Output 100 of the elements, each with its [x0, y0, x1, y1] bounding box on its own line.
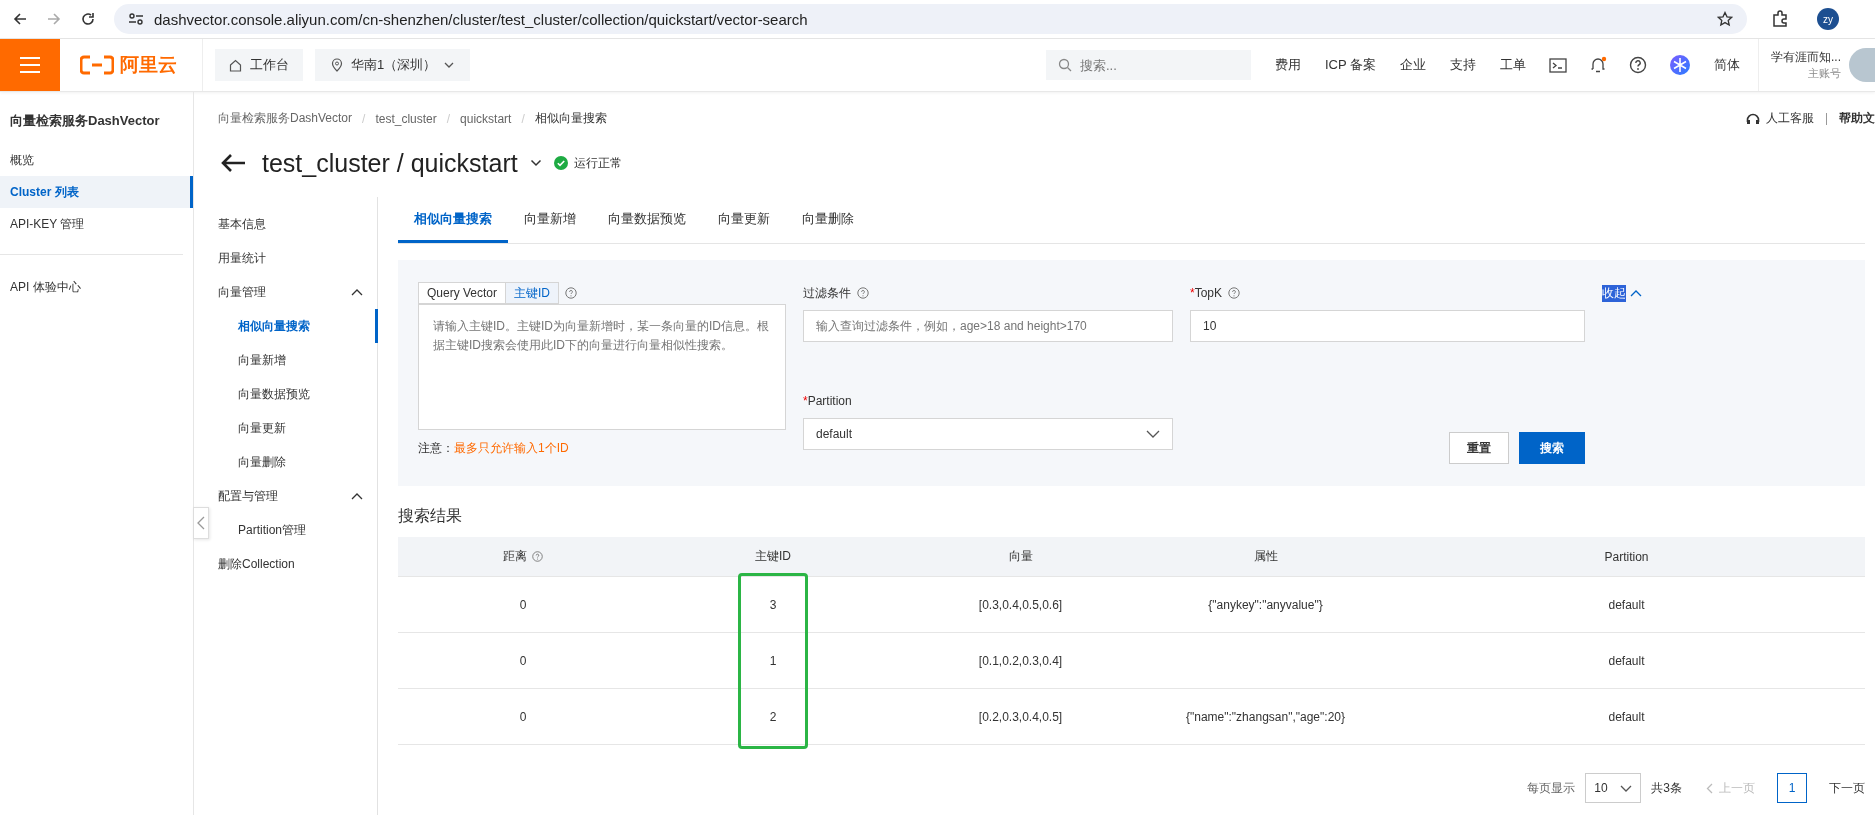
chevron-left-icon	[197, 516, 205, 530]
page-size-label: 每页显示	[1527, 779, 1576, 797]
mode-tab[interactable]: 主键ID	[506, 282, 560, 304]
headset-icon	[1746, 112, 1760, 125]
address-bar[interactable]: dashvector.console.aliyun.com/cn-shenzhen/cluster/test_cluster/collection/quickstart/vector-search	[114, 4, 1747, 34]
page-size-select[interactable]: 10	[1585, 773, 1642, 803]
filter-input-field[interactable]: 输入查询过滤条件，例如，age>18 and height>170	[803, 310, 1173, 342]
subnav-item[interactable]: 向量管理	[194, 275, 377, 309]
top-nav-link[interactable]: 工单	[1500, 56, 1526, 74]
subnav-item[interactable]: 向量更新	[214, 411, 377, 445]
workbench-button[interactable]: 工作台	[215, 49, 303, 81]
search-button[interactable]: 搜索	[1519, 432, 1585, 464]
search-field[interactable]: 搜索...	[1045, 50, 1251, 80]
page-title: test_cluster / quickstart	[262, 148, 518, 178]
subnav-item[interactable]: 相似向量搜索	[214, 309, 378, 343]
tab[interactable]: 向量新增	[508, 197, 592, 243]
help-icon[interactable]	[857, 287, 869, 299]
table-cell: 3	[769, 597, 777, 612]
location-pin-icon	[331, 58, 343, 72]
star-icon[interactable]	[1717, 11, 1733, 27]
table-cell: default	[1608, 709, 1645, 724]
help-icon[interactable]	[1629, 56, 1647, 74]
column-header: 主键ID	[648, 537, 898, 577]
terminal-icon[interactable]	[1549, 57, 1567, 73]
field-label: 过滤条件	[803, 284, 851, 302]
next-page-link[interactable]: 下一页	[1829, 779, 1865, 797]
top-nav-link[interactable]: 企业	[1400, 56, 1426, 74]
column-header: 距离	[398, 537, 648, 577]
total-count: 共3条	[1651, 779, 1682, 797]
account-name[interactable]: 学有涯而知...	[1771, 49, 1841, 66]
breadcrumb-separator: /	[362, 111, 366, 126]
collapse-handle[interactable]	[193, 507, 209, 539]
site-info-icon[interactable]	[128, 12, 144, 26]
extension-icon[interactable]	[1771, 10, 1789, 28]
table-cell: [0.2,0.3,0.4,0.5]	[978, 709, 1063, 724]
subnav-item[interactable]: 向量删除	[214, 445, 377, 479]
menu-icon	[19, 56, 41, 74]
reset-button[interactable]: 重置	[1449, 432, 1509, 464]
id-input-field[interactable]: 请输入主键ID。主键ID为向量新增时，某一条向量的ID信息。根据主键ID搜索会使用此ID下的向量进行向量相似性搜索。	[418, 304, 786, 430]
collapse-link[interactable]: 收起	[1602, 284, 1626, 302]
field-label: *Partition	[803, 394, 852, 408]
subnav-item[interactable]: 向量新增	[214, 343, 377, 377]
profile-avatar[interactable]: zy	[1817, 8, 1839, 30]
sidebar-item[interactable]: API 体验中心	[0, 271, 193, 303]
region-selector[interactable]: 华南1（深圳）	[315, 49, 471, 81]
mode-tab[interactable]: Query Vector	[418, 282, 507, 304]
status-text: 运行正常	[573, 154, 622, 172]
caret-icon	[1146, 430, 1160, 438]
top-nav-link[interactable]: 支持	[1450, 56, 1476, 74]
tab[interactable]: 相似向量搜索	[398, 197, 508, 243]
breadcrumb-link[interactable]: 相似向量搜索	[534, 110, 607, 127]
chevron-up-icon	[1630, 289, 1642, 297]
back-arrow-icon[interactable]	[220, 153, 246, 173]
sidebar-item[interactable]: 概览	[0, 144, 193, 176]
language-link[interactable]: 简体	[1714, 56, 1740, 74]
sidebar-item[interactable]: API-KEY 管理	[0, 208, 193, 240]
bell-icon[interactable]	[1589, 56, 1607, 74]
menu-button[interactable]	[0, 39, 60, 91]
help-docs-link[interactable]: 帮助文	[1839, 110, 1875, 127]
sidebar-item[interactable]: Cluster 列表	[0, 176, 193, 208]
caret-icon	[1620, 784, 1633, 792]
subnav-item[interactable]: Partition管理	[214, 513, 377, 547]
assistant-icon[interactable]	[1669, 54, 1691, 76]
chevron-left-icon	[1706, 782, 1713, 794]
column-header: 向量	[898, 537, 1143, 577]
column-header: Partition	[1388, 537, 1865, 577]
caret-icon	[444, 62, 455, 68]
logo-icon	[80, 55, 114, 75]
table-cell: default	[1608, 653, 1645, 668]
topk-input-field[interactable]: 10	[1190, 310, 1585, 342]
search-icon	[1057, 58, 1072, 72]
customer-service-link[interactable]: 人工客服	[1766, 110, 1814, 127]
field-label: *TopK	[1190, 286, 1223, 300]
tab[interactable]: 向量数据预览	[592, 197, 702, 243]
reload-icon[interactable]	[80, 11, 96, 27]
partition-select[interactable]: default	[803, 418, 1173, 450]
table-cell: [0.3,0.4,0.5,0.6]	[978, 597, 1063, 612]
caret-icon[interactable]	[529, 159, 542, 167]
breadcrumb-link[interactable]: test_cluster	[375, 111, 437, 126]
top-nav-link[interactable]: ICP 备案	[1324, 56, 1376, 74]
subnav-item[interactable]: 删除Collection	[194, 547, 377, 581]
table-cell: default	[1608, 597, 1645, 612]
table-cell: 0	[519, 653, 527, 668]
breadcrumb-separator: /	[446, 111, 451, 126]
tab[interactable]: 向量删除	[786, 197, 870, 243]
breadcrumb-link[interactable]: quickstart	[460, 111, 512, 126]
table-cell: {"name":"zhangsan","age":20}	[1186, 709, 1345, 724]
top-nav-link[interactable]: 费用	[1274, 56, 1301, 74]
url-text: dashvector.console.aliyun.com/cn-shenzhen/cluster/test_cluster/collection/quickstart/vector-search	[154, 10, 809, 28]
subnav-item[interactable]: 向量数据预览	[214, 377, 377, 411]
table-cell: 0	[519, 597, 527, 612]
tab[interactable]: 向量更新	[702, 197, 786, 243]
breadcrumb-separator: /	[521, 111, 525, 126]
breadcrumb-link[interactable]: 向量检索服务DashVector	[218, 110, 353, 127]
subnav-item[interactable]: 配置与管理	[194, 479, 377, 513]
subnav-item[interactable]: 基本信息	[194, 207, 377, 241]
page-number-button[interactable]: 1	[1777, 773, 1807, 803]
account-role: 主账号	[1808, 66, 1841, 81]
back-icon[interactable]	[12, 11, 28, 27]
subnav-item[interactable]: 用量统计	[194, 241, 377, 275]
